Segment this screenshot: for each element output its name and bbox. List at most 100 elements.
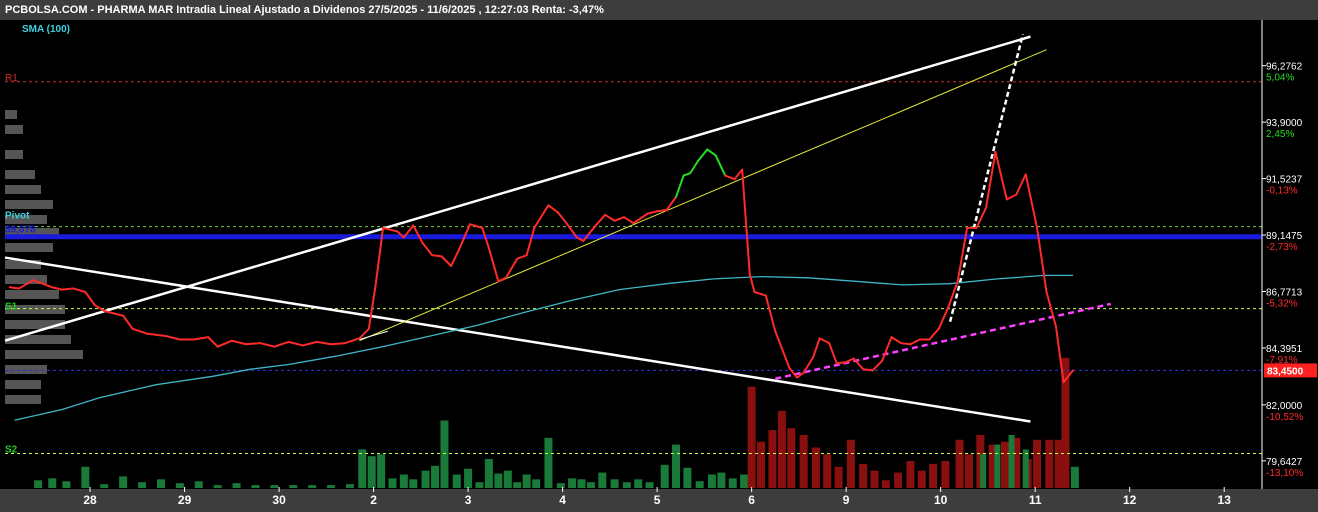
volume-bar [327,485,336,488]
x-tick-label: 2 [370,493,377,507]
volume-bar [894,472,903,488]
y-tick-label: 86,7713 [1266,288,1303,299]
volume-bar [100,484,109,488]
volume-bar [119,476,128,488]
y-tick-label: 91,5237 [1266,175,1303,186]
volume-bar [440,420,449,488]
profile-bar [5,243,53,252]
volume-bar [683,467,692,488]
price-segment [245,342,262,346]
volume-bar [859,463,868,488]
price-segment [899,342,912,346]
volume-bar [881,480,890,488]
volume-bar [695,481,704,488]
volume-bar [717,472,726,488]
volume-bar [598,472,607,488]
profile-bar [5,185,41,194]
x-tick-label: 4 [559,493,566,507]
volume-bar [345,484,354,488]
volume-bar [409,479,418,488]
volume-bar [728,478,737,488]
volume-bar [431,465,440,488]
volume-bar [1000,441,1009,488]
volume-bar [660,464,669,488]
volume-bar [289,485,298,488]
volume-bar [513,482,522,488]
pivot-label: Pivot [5,211,30,222]
profile-bar [5,200,53,209]
volume-bar [494,473,503,488]
volume-bar [568,478,577,488]
x-tick-label: 12 [1123,493,1137,507]
profile-bar [5,335,71,344]
volume-bar [834,466,843,488]
sma-indicator-label: SMA (100) [22,24,70,35]
volume-bar [1022,449,1029,488]
volume-bar [138,482,147,488]
volume-bar [577,479,586,488]
volume-bar [777,410,786,488]
volume-bar [610,479,619,488]
x-tick-label: 29 [178,493,192,507]
volume-bar [475,482,484,488]
s1-label: S1 [5,302,18,313]
volume-bar [1070,466,1079,488]
y-tick-pct: 2,45% [1266,129,1294,140]
volume-bar [358,449,367,488]
volume-bar [1045,439,1054,488]
volume-bar [532,479,541,488]
y-tick-label: 79,6427 [1266,457,1303,468]
volume-bar [367,456,376,488]
chart-canvas[interactable]: 96,27625,04% 93,90002,45% 91,5237-0,13% 89,… [0,0,1318,512]
y-tick-pct: 5,04% [1266,73,1294,84]
volume-bar [707,474,716,488]
volume-bar [452,474,461,488]
volume-bar [917,470,926,488]
plot-background [5,20,1262,488]
volume-bar [846,439,855,488]
volume-bar [799,434,808,488]
y-tick-label: 96,2762 [1266,62,1303,73]
volume-bar [464,468,473,488]
volume-bar [175,483,184,488]
x-tick-label: 5 [654,493,661,507]
volume-bar [747,386,756,488]
volume-bar [377,454,386,488]
y-tick-label: 84,3951 [1266,344,1303,355]
volume-profile [5,20,1262,488]
volume-bar [156,479,165,488]
price-segment [431,254,443,258]
volume-bar [48,478,57,488]
volume-bar [941,461,950,488]
price-segment [862,368,874,372]
price-segment [60,287,75,291]
volume-bar [421,470,430,488]
volume-bar [906,461,915,488]
volume-bar [484,459,493,488]
price-segment [330,342,347,346]
pivot-value-label: 89,078 [5,225,36,236]
volume-bar [522,474,531,488]
y-tick-label: 82,0000 [1266,401,1303,412]
x-tick-label: 13 [1218,493,1232,507]
volume-bar [622,482,631,488]
volume-bar [757,441,766,488]
price-segment [656,209,668,213]
profile-bar [5,365,47,374]
volume-bar [399,474,408,488]
volume-bar [740,474,749,488]
profile-bar [5,290,59,299]
s2-label: S2 [5,445,18,456]
volume-bar [645,482,654,488]
y-tick-pct: -5,32% [1266,299,1298,310]
x-tick-label: 28 [83,493,97,507]
volume-bar [34,480,43,488]
volume-bar [955,439,964,488]
profile-bar [5,380,41,389]
y-axis-area [1262,20,1318,512]
volume-bar [870,470,879,488]
profile-bar [5,150,23,159]
price-segment [8,286,21,290]
profile-bar [5,395,41,404]
volume-bar [308,485,317,488]
